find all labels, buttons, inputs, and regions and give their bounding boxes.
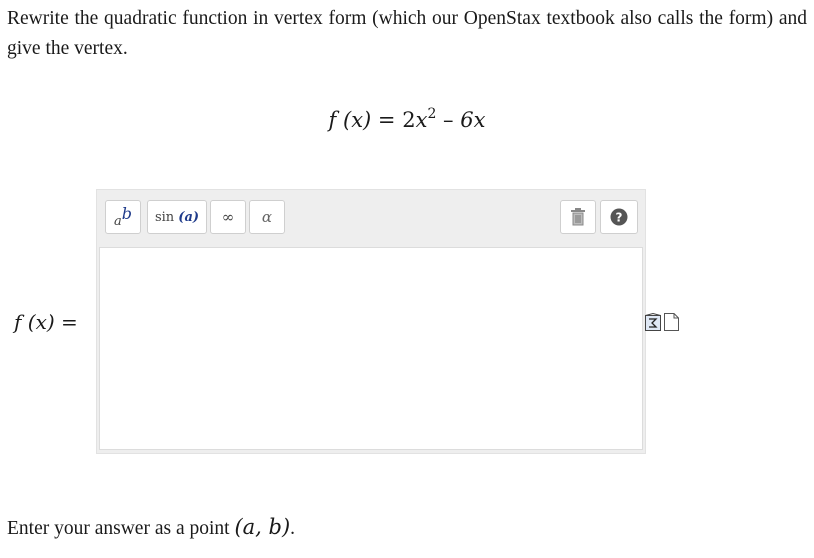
equation-var: x [415,108,428,132]
equation-coef: 2 [402,108,416,132]
instruction-period: . [290,518,296,539]
equation-equals: = [377,108,396,132]
instruction-text: Enter your answer as a point (a, b). [7,512,295,544]
equation-minus: – [443,108,454,132]
side-icons [645,313,681,331]
clear-button[interactable] [560,200,596,234]
power-exponent: b [121,203,132,223]
answer-input[interactable] [99,247,643,450]
equation-term2: 6x [460,108,486,132]
infinity-button[interactable]: ∞ [210,200,246,234]
alpha-symbol: α [261,208,273,226]
document-icon[interactable] [664,313,679,331]
question-prompt: Rewrite the quadratic function in vertex… [7,8,807,59]
greek-letters-button[interactable]: α [249,200,285,234]
help-icon: ? [610,208,628,226]
sin-function-label: sin [154,209,175,225]
math-preview-icon[interactable] [645,313,661,331]
answer-label-text: f (x) = [14,310,78,334]
power-button[interactable]: ab [105,200,141,234]
given-equation: f (x) = 2x2 – 6x [0,106,814,132]
math-toolbar: ab sin (a) ∞ α ? [97,190,645,245]
sin-button[interactable]: sin (a) [147,200,207,234]
help-button[interactable]: ? [600,200,638,234]
instruction-point: (a, b) [234,515,290,539]
math-editor: ab sin (a) ∞ α ? [96,189,646,454]
point-notation: (a, b) [234,515,291,539]
equation-lhs: f (x) [328,108,372,132]
trash-icon [571,208,585,226]
answer-label: f (x) = [14,310,78,334]
sin-argument: (a) [178,209,200,225]
instruction-lead: Enter your answer as a point [7,518,230,539]
power-base: a [113,213,122,229]
help-symbol: ? [616,211,623,225]
infinity-symbol: ∞ [221,208,235,226]
equation-exponent: 2 [427,106,437,122]
